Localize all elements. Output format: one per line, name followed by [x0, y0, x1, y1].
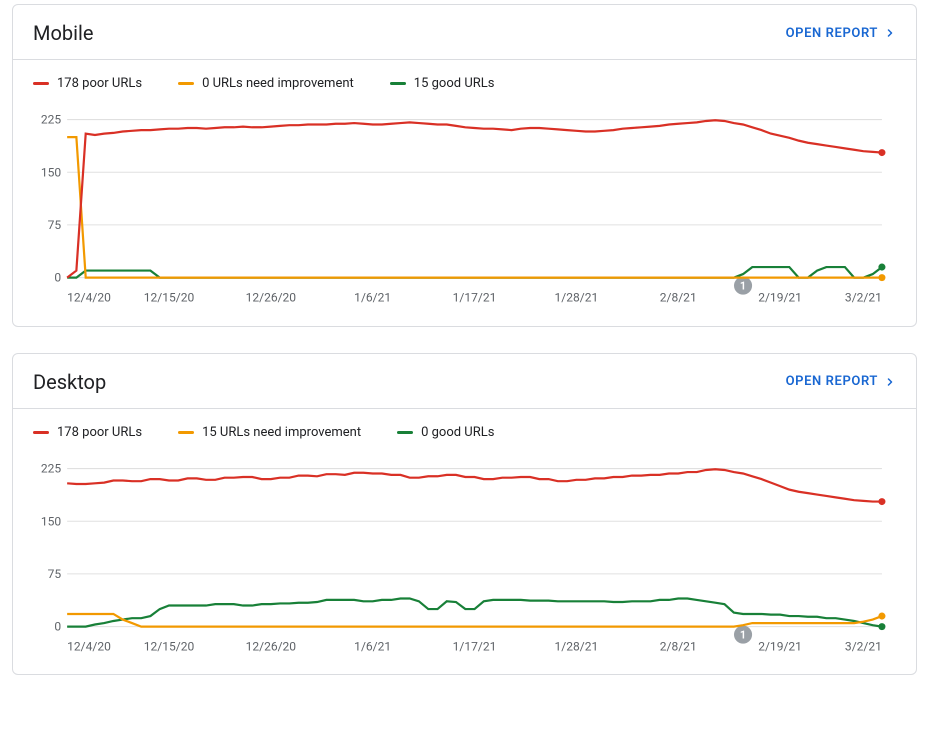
- x-tick-label: 12/26/20: [246, 291, 297, 305]
- x-tick-label: 12/15/20: [144, 639, 195, 653]
- legend-label: 178 poor URLs: [57, 425, 142, 440]
- x-tick-label: 12/4/20: [67, 291, 111, 305]
- legend-label: 178 poor URLs: [57, 76, 142, 91]
- x-tick-label: 1/28/21: [555, 291, 599, 305]
- desktop-card: Desktop OPEN REPORT 178 poor URLs 15 URL…: [12, 353, 917, 676]
- open-report-label: OPEN REPORT: [786, 26, 878, 41]
- event-marker[interactable]: 1: [734, 625, 752, 643]
- x-tick-label: 12/4/20: [67, 639, 111, 653]
- x-tick-label: 1/28/21: [555, 639, 599, 653]
- desktop-chart[interactable]: 0 75 150 225 12/4/20 12/15/20 12/26/20 1/6/21 1/…: [33, 450, 896, 661]
- legend-dash-icon: [33, 82, 49, 85]
- x-tick-label: 12/15/20: [144, 291, 195, 305]
- mobile-open-report-button[interactable]: OPEN REPORT: [786, 26, 896, 41]
- y-tick-label: 75: [48, 218, 62, 232]
- mobile-legend-good[interactable]: 15 good URLs: [390, 76, 495, 91]
- chevron-right-icon: [884, 27, 896, 39]
- y-tick-label: 150: [41, 514, 62, 528]
- desktop-legend: 178 poor URLs 15 URLs need improvement 0…: [13, 409, 916, 446]
- mobile-plot-wrap: 0 75 150 225 12/4/20 12/15/20 12/26/20 1/6/21 1/…: [13, 97, 916, 326]
- y-tick-label: 75: [48, 567, 62, 581]
- y-tick-label: 150: [41, 165, 62, 179]
- legend-dash-icon: [390, 82, 406, 85]
- legend-label: 0 URLs need improvement: [202, 76, 354, 91]
- y-tick-label: 225: [41, 461, 62, 475]
- mobile-legend-need[interactable]: 0 URLs need improvement: [178, 76, 354, 91]
- mobile-chart[interactable]: 0 75 150 225 12/4/20 12/15/20 12/26/20 1/6/21 1/…: [33, 101, 896, 312]
- x-tick-label: 1/6/21: [354, 291, 391, 305]
- legend-label: 15 good URLs: [414, 76, 495, 91]
- series-end-dot-need: [878, 274, 885, 281]
- mobile-title: Mobile: [33, 21, 93, 45]
- legend-label: 0 good URLs: [421, 425, 494, 440]
- x-tick-label: 1/17/21: [453, 291, 497, 305]
- mobile-card-header: Mobile OPEN REPORT: [13, 5, 916, 60]
- x-tick-label: 3/2/21: [845, 639, 882, 653]
- desktop-title: Desktop: [33, 370, 106, 394]
- y-tick-label: 0: [54, 619, 61, 633]
- legend-label: 15 URLs need improvement: [202, 425, 361, 440]
- series-end-dot-poor: [878, 498, 885, 505]
- series-end-dot-good: [878, 623, 885, 630]
- series-poor: [67, 120, 882, 277]
- series-end-dot-need: [878, 612, 885, 619]
- series-good: [67, 267, 882, 278]
- svg-text:1: 1: [740, 280, 746, 293]
- desktop-legend-need[interactable]: 15 URLs need improvement: [178, 425, 361, 440]
- x-tick-label: 2/19/21: [758, 639, 802, 653]
- desktop-legend-poor[interactable]: 178 poor URLs: [33, 425, 142, 440]
- event-marker[interactable]: 1: [734, 277, 752, 295]
- series-end-dot-good: [878, 264, 885, 271]
- x-tick-label: 1/17/21: [453, 639, 497, 653]
- chevron-right-icon: [884, 376, 896, 388]
- desktop-card-header: Desktop OPEN REPORT: [13, 354, 916, 409]
- mobile-card: Mobile OPEN REPORT 178 poor URLs 0 URLs …: [12, 4, 917, 327]
- mobile-legend-poor[interactable]: 178 poor URLs: [33, 76, 142, 91]
- open-report-label: OPEN REPORT: [786, 374, 878, 389]
- desktop-open-report-button[interactable]: OPEN REPORT: [786, 374, 896, 389]
- series-need: [67, 137, 882, 277]
- series-need: [67, 614, 882, 627]
- x-tick-label: 1/6/21: [354, 639, 391, 653]
- y-tick-label: 225: [41, 113, 62, 127]
- svg-text:1: 1: [740, 628, 746, 641]
- series-poor: [67, 469, 882, 501]
- legend-dash-icon: [178, 82, 194, 85]
- legend-dash-icon: [397, 431, 413, 434]
- legend-dash-icon: [178, 431, 194, 434]
- desktop-legend-good[interactable]: 0 good URLs: [397, 425, 494, 440]
- x-tick-label: 2/19/21: [758, 291, 802, 305]
- x-tick-label: 2/8/21: [660, 291, 697, 305]
- x-tick-label: 2/8/21: [660, 639, 697, 653]
- series-end-dot-poor: [878, 149, 885, 156]
- x-tick-label: 12/26/20: [246, 639, 297, 653]
- y-tick-label: 0: [54, 271, 61, 285]
- x-tick-label: 3/2/21: [845, 291, 882, 305]
- desktop-plot-wrap: 0 75 150 225 12/4/20 12/15/20 12/26/20 1/6/21 1/…: [13, 446, 916, 675]
- mobile-legend: 178 poor URLs 0 URLs need improvement 15…: [13, 60, 916, 97]
- legend-dash-icon: [33, 431, 49, 434]
